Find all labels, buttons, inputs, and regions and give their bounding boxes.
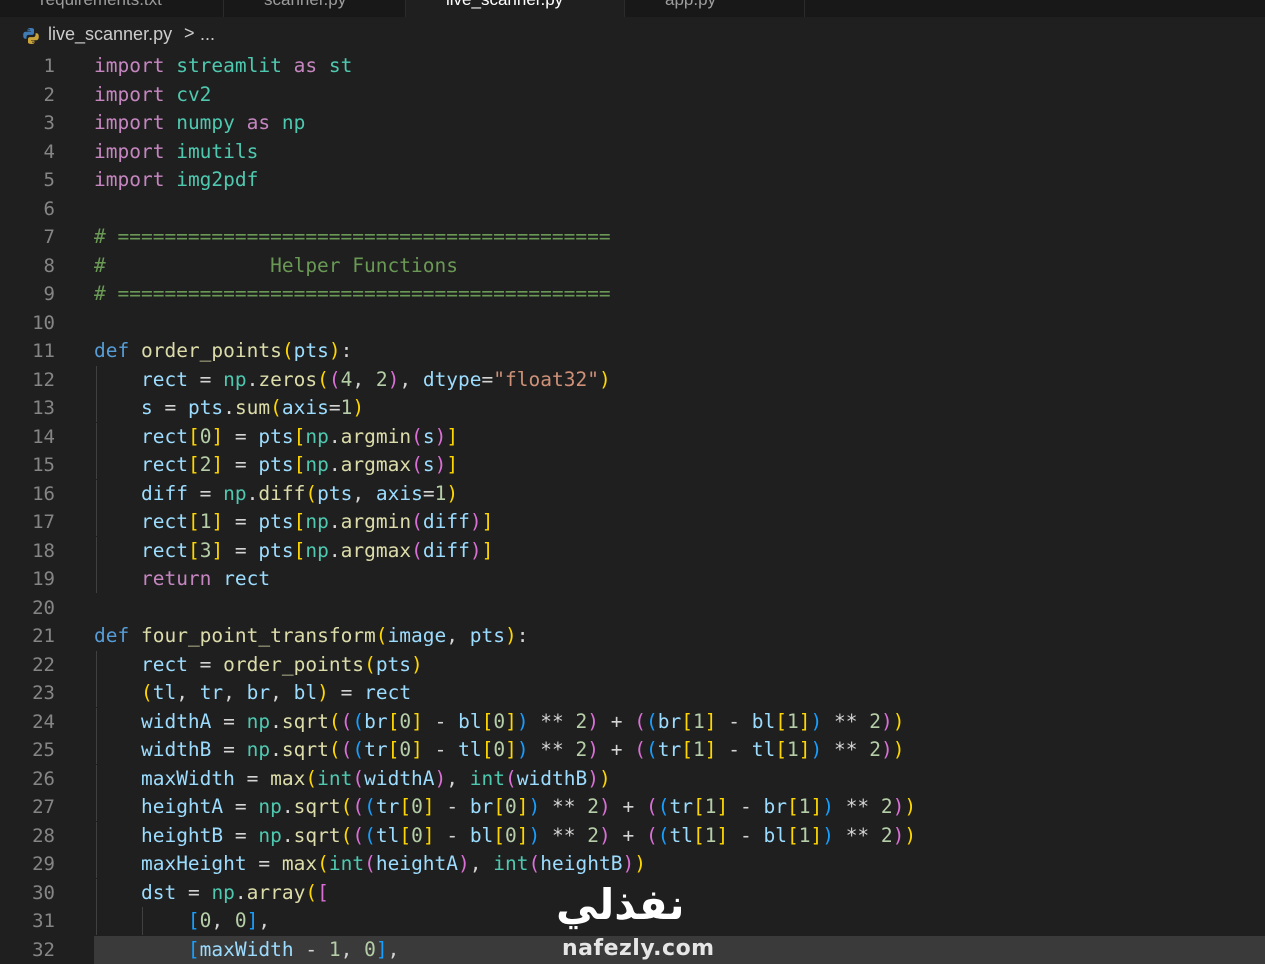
code-line[interactable]: 8 # Helper Functions — [0, 252, 1265, 280]
code-line[interactable]: 14 rect[0] = pts[np.argmin(s)] — [0, 422, 1265, 451]
line-number: 13 — [32, 397, 55, 419]
code-line[interactable]: 2 import cv2 — [0, 81, 1265, 109]
line-number: 30 — [32, 881, 55, 904]
code-line[interactable]: 4 import imutils — [0, 138, 1265, 166]
tab-app[interactable]: app.py — [625, 0, 805, 17]
watermark-latin: nafezly.com — [562, 936, 715, 961]
line-number: 19 — [32, 568, 55, 590]
line-number: 5 — [43, 169, 55, 191]
comment: # Helper Functions — [94, 253, 458, 277]
code-line[interactable]: 23 (tl, tr, br, bl) = rect — [0, 679, 1265, 707]
line-number: 3 — [43, 112, 55, 134]
line-number: 2 — [43, 83, 55, 106]
code-line[interactable]: 11 def order_points(pts): — [0, 337, 1265, 365]
line-number: 29 — [32, 853, 55, 875]
code-line[interactable]: 22 rect = order_points(pts) — [0, 650, 1265, 679]
breadcrumb-more[interactable]: ... — [200, 24, 215, 45]
line-number: 4 — [43, 140, 55, 163]
code-line[interactable]: 28 heightB = np.sqrt(((tl[0] - bl[0]) **… — [0, 821, 1265, 850]
nafezly-watermark: نفذلي nafezly.com — [556, 880, 714, 964]
line-number: 10 — [32, 311, 55, 334]
line-number: 24 — [32, 710, 55, 733]
line-number: 1 — [43, 55, 55, 77]
line-number: 22 — [32, 653, 55, 676]
line-number: 21 — [32, 625, 55, 647]
line-number: 14 — [32, 425, 55, 448]
editor-tab-bar: requirements.txt scanner.py live_scanner… — [0, 0, 1265, 17]
line-number: 27 — [32, 796, 55, 818]
code-line[interactable]: 18 rect[3] = pts[np.argmax(diff)] — [0, 536, 1265, 565]
breadcrumb: live_scanner.py > ... — [0, 17, 1265, 53]
code-line[interactable]: 13 s = pts.sum(axis=1) — [0, 394, 1265, 422]
chevron-right-icon: > — [184, 23, 195, 43]
line-number: 18 — [32, 539, 55, 562]
line-number: 9 — [43, 283, 55, 305]
code-line[interactable]: 10 — [0, 309, 1265, 337]
line-number: 25 — [32, 739, 55, 761]
code-line[interactable]: 6 — [0, 195, 1265, 223]
code-line[interactable]: 27 heightA = np.sqrt(((tr[0] - br[0]) **… — [0, 793, 1265, 821]
line-number: 15 — [32, 454, 55, 476]
comment: # ======================================… — [94, 282, 611, 305]
line-number: 16 — [32, 482, 55, 505]
code-line[interactable]: 29 maxHeight = max(int(heightA), int(hei… — [0, 850, 1265, 878]
code-line[interactable]: 5 import img2pdf — [0, 166, 1265, 194]
code-line[interactable]: 16 diff = np.diff(pts, axis=1) — [0, 479, 1265, 508]
code-line[interactable]: 26 maxWidth = max(int(widthA), int(width… — [0, 764, 1265, 793]
code-line[interactable]: 15 rect[2] = pts[np.argmax(s)] — [0, 451, 1265, 479]
code-line[interactable]: 1 import streamlit as st — [0, 52, 1265, 80]
line-number: 31 — [32, 910, 55, 932]
code-editor[interactable]: 1 import streamlit as st 2 import cv2 3 … — [0, 52, 1265, 964]
line-number: 8 — [43, 254, 55, 277]
line-number: 12 — [32, 368, 55, 391]
code-line[interactable]: 3 import numpy as np — [0, 109, 1265, 137]
breadcrumb-file[interactable]: live_scanner.py — [48, 24, 172, 45]
code-line[interactable]: 17 rect[1] = pts[np.argmin(diff)] — [0, 508, 1265, 536]
watermark-arabic: نفذلي — [556, 880, 685, 929]
line-number: 23 — [32, 682, 55, 704]
code-line[interactable]: 21 def four_point_transform(image, pts): — [0, 622, 1265, 650]
comment: # ======================================… — [94, 225, 611, 248]
code-line[interactable]: 24 widthA = np.sqrt(((br[0] - bl[0]) ** … — [0, 707, 1265, 736]
code-line[interactable]: 9 # ====================================… — [0, 280, 1265, 308]
line-number: 17 — [32, 511, 55, 533]
line-number: 6 — [43, 197, 55, 220]
line-number: 20 — [32, 596, 55, 619]
tab-requirements[interactable]: requirements.txt — [0, 0, 224, 17]
code-line[interactable]: 20 — [0, 594, 1265, 622]
code-line[interactable]: 19 return rect — [0, 565, 1265, 593]
tab-live-scanner[interactable]: live_scanner.py — [406, 0, 625, 17]
python-file-icon — [23, 28, 39, 44]
line-number: 26 — [32, 767, 55, 790]
code-line[interactable]: 25 widthB = np.sqrt(((tr[0] - tl[0]) ** … — [0, 736, 1265, 764]
code-line[interactable]: 12 rect = np.zeros((4, 2), dtype="float3… — [0, 365, 1265, 394]
line-number: 32 — [32, 938, 55, 961]
line-number: 11 — [32, 340, 55, 362]
tab-scanner[interactable]: scanner.py — [224, 0, 406, 17]
code-line[interactable]: 7 # ====================================… — [0, 223, 1265, 251]
line-number: 28 — [32, 824, 55, 847]
line-number: 7 — [43, 226, 55, 248]
